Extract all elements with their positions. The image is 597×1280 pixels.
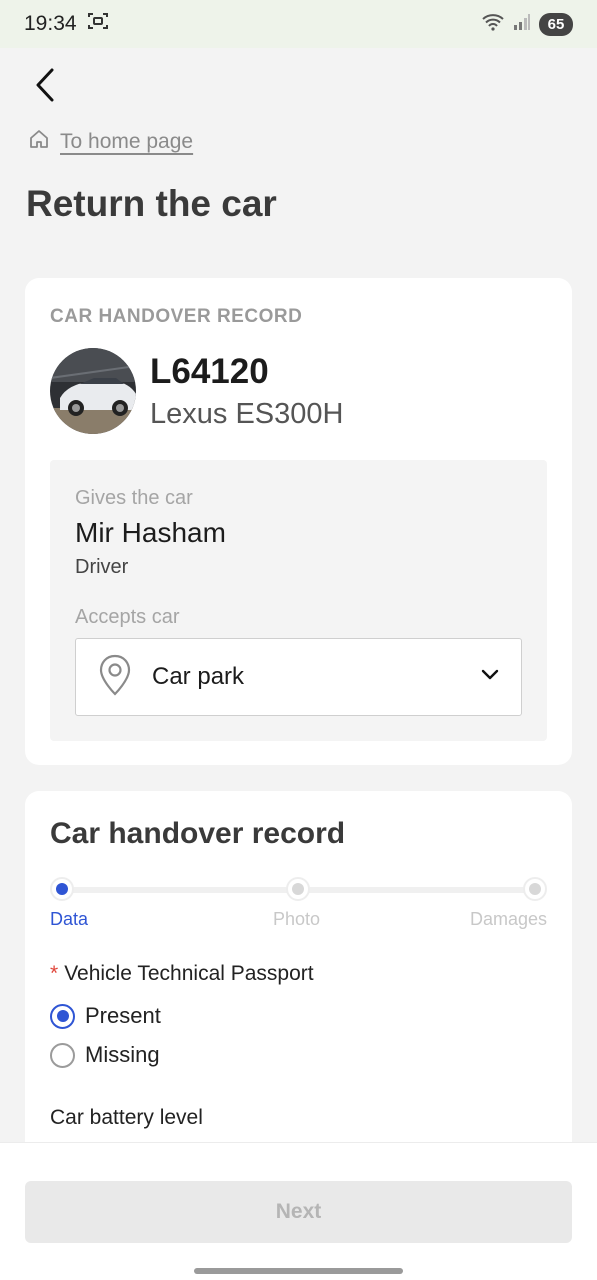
radio-present[interactable]: Present (50, 1003, 161, 1029)
passport-label: * Vehicle Technical Passport (50, 962, 314, 986)
driver-name: Mir Hasham (75, 517, 226, 548)
handover-form-card: Car handover record Data Photo Damages *… (25, 791, 572, 1191)
battery-level-label: Car battery level (50, 1106, 203, 1129)
breadcrumb[interactable]: To home page (28, 128, 193, 156)
required-marker: * (50, 962, 59, 985)
wifi-icon (481, 13, 505, 36)
car-model: Lexus ES300H (150, 398, 344, 430)
form-title: Car handover record (50, 817, 346, 850)
gives-label: Gives the car (75, 487, 193, 509)
step-dot-photo[interactable] (286, 877, 310, 901)
signal-icon (513, 13, 531, 36)
bottom-bar: Next (0, 1142, 597, 1280)
passport-label-text: Vehicle Technical Passport (64, 962, 314, 985)
accepts-label: Accepts car (75, 606, 180, 628)
status-time: 19:34 (24, 12, 77, 35)
battery-indicator: 65 (539, 12, 573, 36)
driver-role: Driver (75, 556, 129, 578)
step-dot-damages[interactable] (523, 877, 547, 901)
step-label-photo[interactable]: Photo (273, 909, 320, 930)
car-plate: L64120 (150, 352, 269, 391)
step-label-data[interactable]: Data (50, 909, 88, 930)
radio-missing-label: Missing (85, 1042, 160, 1067)
home-link[interactable]: To home page (60, 130, 193, 154)
home-icon (28, 128, 50, 156)
car-record-card: CAR HANDOVER RECORD L64120 Lexus ES300H … (25, 278, 572, 765)
status-bar: 19:34 65 (0, 0, 597, 48)
radio-present-control[interactable] (50, 1003, 75, 1029)
home-indicator[interactable] (194, 1268, 403, 1274)
accepts-value: Car park (152, 663, 245, 690)
handover-parties: Gives the car Mir Hasham Driver Accepts … (50, 460, 547, 741)
radio-present-label: Present (85, 1003, 161, 1028)
location-pin-icon (98, 654, 132, 701)
screenshot-icon (87, 11, 109, 37)
car-avatar (50, 348, 136, 434)
next-button[interactable]: Next (25, 1181, 572, 1243)
radio-missing-control[interactable] (50, 1042, 75, 1068)
page-title: Return the car (26, 183, 277, 224)
step-label-damages[interactable]: Damages (470, 909, 547, 930)
radio-missing[interactable]: Missing (50, 1042, 160, 1068)
card-caption: CAR HANDOVER RECORD (50, 306, 303, 327)
step-dot-data[interactable] (50, 877, 74, 901)
back-arrow-icon[interactable] (28, 66, 62, 104)
accepts-select[interactable]: Car park (75, 638, 522, 716)
chevron-down-icon (481, 668, 499, 686)
stepper: Data Photo Damages (50, 877, 547, 930)
